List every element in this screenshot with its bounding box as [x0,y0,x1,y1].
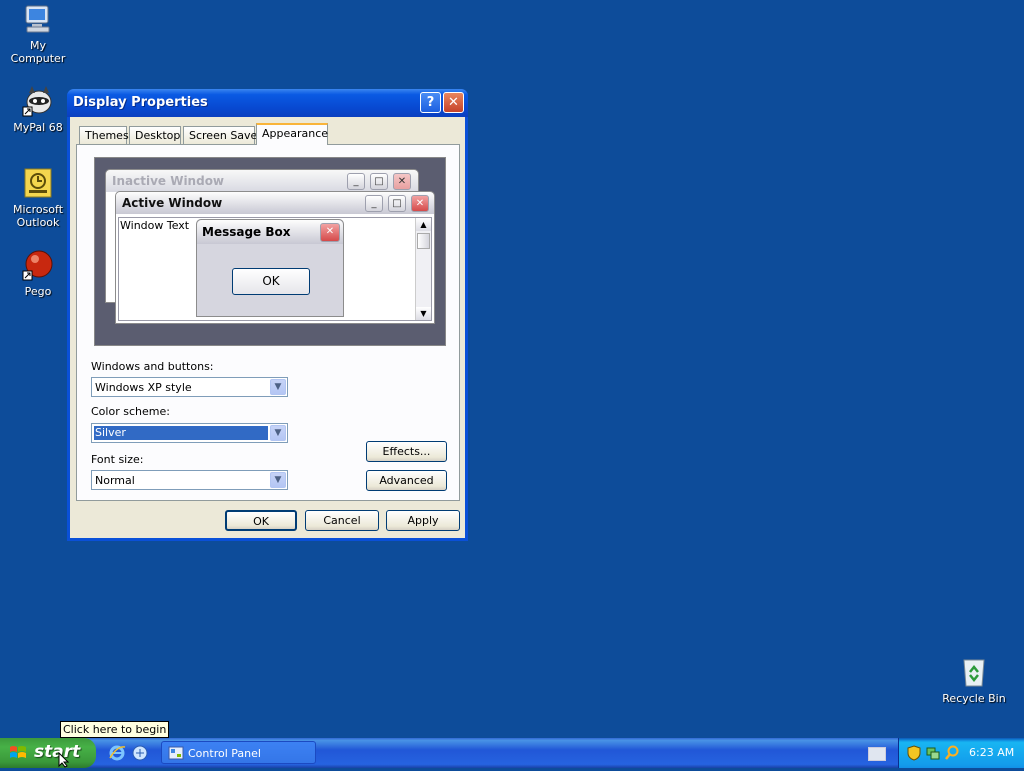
outlook-express-icon[interactable] [131,744,149,762]
color-scheme-value: Silver [94,426,268,440]
close-icon: ✕ [411,195,429,212]
help-button[interactable]: ? [420,92,441,113]
cancel-button[interactable]: Cancel [305,510,379,531]
desktop-icon-label: Recycle Bin [942,692,1006,705]
control-panel-icon [168,745,184,764]
scroll-up-icon: ▲ [416,218,431,231]
desktop-icon-pego[interactable]: Pego [1,249,75,298]
mouse-cursor [58,751,70,771]
my-computer-icon [22,3,54,35]
tab-screen-saver[interactable]: Screen Saver [183,126,262,144]
appearance-preview: Inactive Window _ □ ✕ Active Window _ □ … [94,157,446,346]
desktop-icon-mypal[interactable]: MyPal 68 [1,85,75,134]
message-box-preview: Message Box ✕ OK [196,219,344,317]
tab-desktop[interactable]: Desktop [129,126,181,144]
tab-appearance[interactable]: Appearance [256,123,328,145]
start-tooltip: Click here to begin [60,721,170,738]
apply-button[interactable]: Apply [386,510,460,531]
font-size-label: Font size: [91,453,144,466]
search-icon[interactable] [944,745,960,764]
windows-buttons-select[interactable]: Windows XP style ▼ [91,377,288,397]
close-icon: ✕ [448,95,459,110]
windows-buttons-value: Windows XP style [95,381,192,394]
desktop-icon-label: My Computer [10,39,66,65]
color-scheme-select[interactable]: Silver ▼ [91,423,288,443]
close-icon: ✕ [393,173,411,190]
chevron-down-icon[interactable]: ▼ [270,379,286,395]
color-scheme-label: Color scheme: [91,405,170,418]
title-bar[interactable]: Display Properties ? ✕ [67,89,468,117]
desktop-icon-label: Pego [24,285,52,298]
taskbar-item-label: Control Panel [188,747,261,760]
message-box-ok: OK [232,268,310,295]
system-tray: 6:23 AM [898,738,1024,768]
desktop-icon-recycle-bin[interactable]: Recycle Bin [937,656,1011,705]
effects-button[interactable]: Effects... [366,441,447,462]
keyboard-icon[interactable] [868,747,886,761]
active-window-title: Active Window [122,196,223,210]
outlook-icon [22,167,54,199]
taskbar-item-control-panel[interactable]: Control Panel [161,741,316,764]
advanced-button[interactable]: Advanced [366,470,447,491]
pego-icon [22,249,54,281]
font-size-value: Normal [95,474,135,487]
scroll-thumb [417,233,430,249]
font-size-select[interactable]: Normal ▼ [91,470,288,490]
help-icon: ? [426,95,435,110]
taskbar: start Control Panel 6:23 AM [0,738,1024,768]
ok-button[interactable]: OK [225,510,297,531]
chevron-down-icon[interactable]: ▼ [270,425,286,441]
display-properties-window: Display Properties ? ✕ Themes Desktop Sc… [67,89,468,541]
appearance-panel: Inactive Window _ □ ✕ Active Window _ □ … [76,144,460,501]
desktop-icon-label: Microsoft Outlook [12,203,64,229]
tab-themes[interactable]: Themes [79,126,129,144]
close-icon: ✕ [320,223,340,242]
preview-scrollbar: ▲ ▼ [415,218,431,320]
chevron-down-icon[interactable]: ▼ [270,472,286,488]
windows-buttons-label: Windows and buttons: [91,360,214,373]
scroll-down-icon: ▼ [416,307,431,320]
window-text: Window Text [120,219,190,232]
clock[interactable]: 6:23 AM [969,746,1014,759]
recycle-bin-icon [958,656,990,688]
desktop-icon-outlook[interactable]: Microsoft Outlook [1,167,75,229]
raccoon-icon [22,85,54,117]
inactive-window-title: Inactive Window [112,174,225,188]
maximize-icon: □ [370,173,388,190]
start-button[interactable]: start [0,738,96,768]
security-shield-icon[interactable] [907,745,921,764]
internet-explorer-icon[interactable] [108,744,126,762]
windows-logo-icon [9,744,27,767]
desktop-icon-my-computer[interactable]: My Computer [1,3,75,65]
window-title: Display Properties [73,95,208,110]
maximize-icon: □ [388,195,406,212]
network-icon[interactable] [925,745,941,764]
minimize-icon: _ [365,195,383,212]
minimize-icon: _ [347,173,365,190]
message-box-title: Message Box [202,225,291,239]
desktop-icon-label: MyPal 68 [13,121,63,134]
dialog-client: Themes Desktop Screen Saver Appearance I… [70,117,465,538]
close-button[interactable]: ✕ [443,92,464,113]
